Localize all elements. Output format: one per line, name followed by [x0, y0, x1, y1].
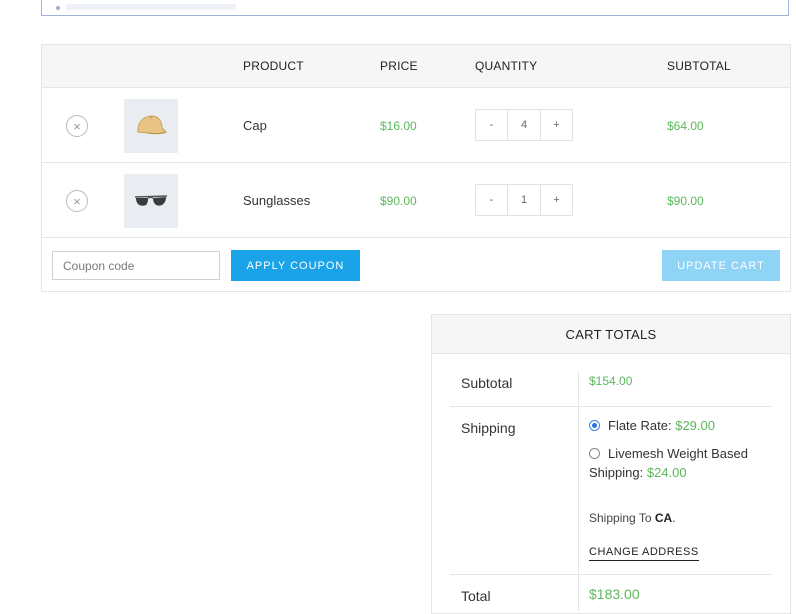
sunglasses-icon — [134, 195, 168, 206]
cart-totals: CART TOTALS Subtotal $154.00 Shipping Fl… — [431, 314, 791, 614]
table-row: × Cap $16.00 - 4 + $64.00 — [42, 88, 790, 163]
product-price: $16.00 — [380, 119, 417, 133]
cart-table: PRODUCT PRICE QUANTITY SUBTOTAL × Cap $1… — [41, 44, 791, 292]
coupon-code-input[interactable] — [52, 251, 220, 280]
product-thumbnail[interactable] — [124, 99, 178, 153]
notice-text — [66, 4, 236, 10]
notice-icon — [56, 6, 60, 10]
cart-table-header: PRODUCT PRICE QUANTITY SUBTOTAL — [42, 45, 790, 88]
radio-checked-icon[interactable] — [589, 420, 600, 431]
totals-row-divider — [450, 574, 772, 575]
change-address-link[interactable]: CHANGE ADDRESS — [589, 546, 699, 561]
shipping-country: CA — [654, 511, 673, 525]
line-subtotal: $90.00 — [667, 194, 704, 208]
radio-unchecked-icon[interactable] — [589, 448, 600, 459]
quantity-increase-button[interactable]: + — [540, 184, 573, 216]
product-price: $90.00 — [380, 194, 417, 208]
remove-item-button[interactable]: × — [66, 115, 88, 137]
subtotal-label: Subtotal — [461, 375, 513, 391]
subtotal-value: $154.00 — [589, 374, 633, 388]
line-subtotal: $64.00 — [667, 119, 704, 133]
header-subtotal: SUBTOTAL — [667, 59, 731, 73]
cart-totals-title: CART TOTALS — [432, 315, 790, 354]
product-name-link[interactable]: Sunglasses — [243, 193, 310, 208]
totals-row-divider — [450, 406, 772, 407]
update-cart-button[interactable]: UPDATE CART — [662, 250, 780, 281]
shipping-option-flat-rate[interactable]: Flate Rate: $29.00 — [589, 416, 779, 435]
quantity-input[interactable]: 4 — [508, 109, 540, 141]
header-price: PRICE — [380, 59, 418, 73]
total-label: Total — [461, 588, 491, 604]
shipping-to-prefix: Shipping To — [589, 511, 652, 525]
notice-box — [41, 0, 789, 16]
product-name-link[interactable]: Cap — [243, 118, 267, 133]
table-row: × Sunglasses $90.00 - 1 + $90.00 — [42, 163, 790, 238]
totals-divider — [578, 371, 579, 611]
flat-rate-label: Flate Rate: — [608, 418, 672, 433]
product-thumbnail[interactable] — [124, 174, 178, 228]
header-product: PRODUCT — [243, 59, 304, 73]
remove-item-button[interactable]: × — [66, 190, 88, 212]
quantity-stepper: - 1 + — [475, 184, 573, 216]
shipping-label: Shipping — [461, 420, 516, 436]
flat-rate-price: $29.00 — [675, 418, 715, 433]
shipping-destination: Shipping To CA. — [589, 511, 676, 525]
shipping-option-weight-based[interactable]: Livemesh Weight Based Shipping: $24.00 — [589, 444, 779, 482]
cap-icon — [137, 115, 167, 135]
quantity-decrease-button[interactable]: - — [475, 184, 508, 216]
quantity-increase-button[interactable]: + — [540, 109, 573, 141]
shipping-to-suffix: . — [672, 511, 676, 525]
weight-shipping-price: $24.00 — [646, 465, 687, 480]
header-quantity: QUANTITY — [475, 59, 538, 73]
apply-coupon-button[interactable]: APPLY COUPON — [231, 250, 360, 281]
quantity-decrease-button[interactable]: - — [475, 109, 508, 141]
quantity-input[interactable]: 1 — [508, 184, 540, 216]
quantity-stepper: - 4 + — [475, 109, 573, 141]
